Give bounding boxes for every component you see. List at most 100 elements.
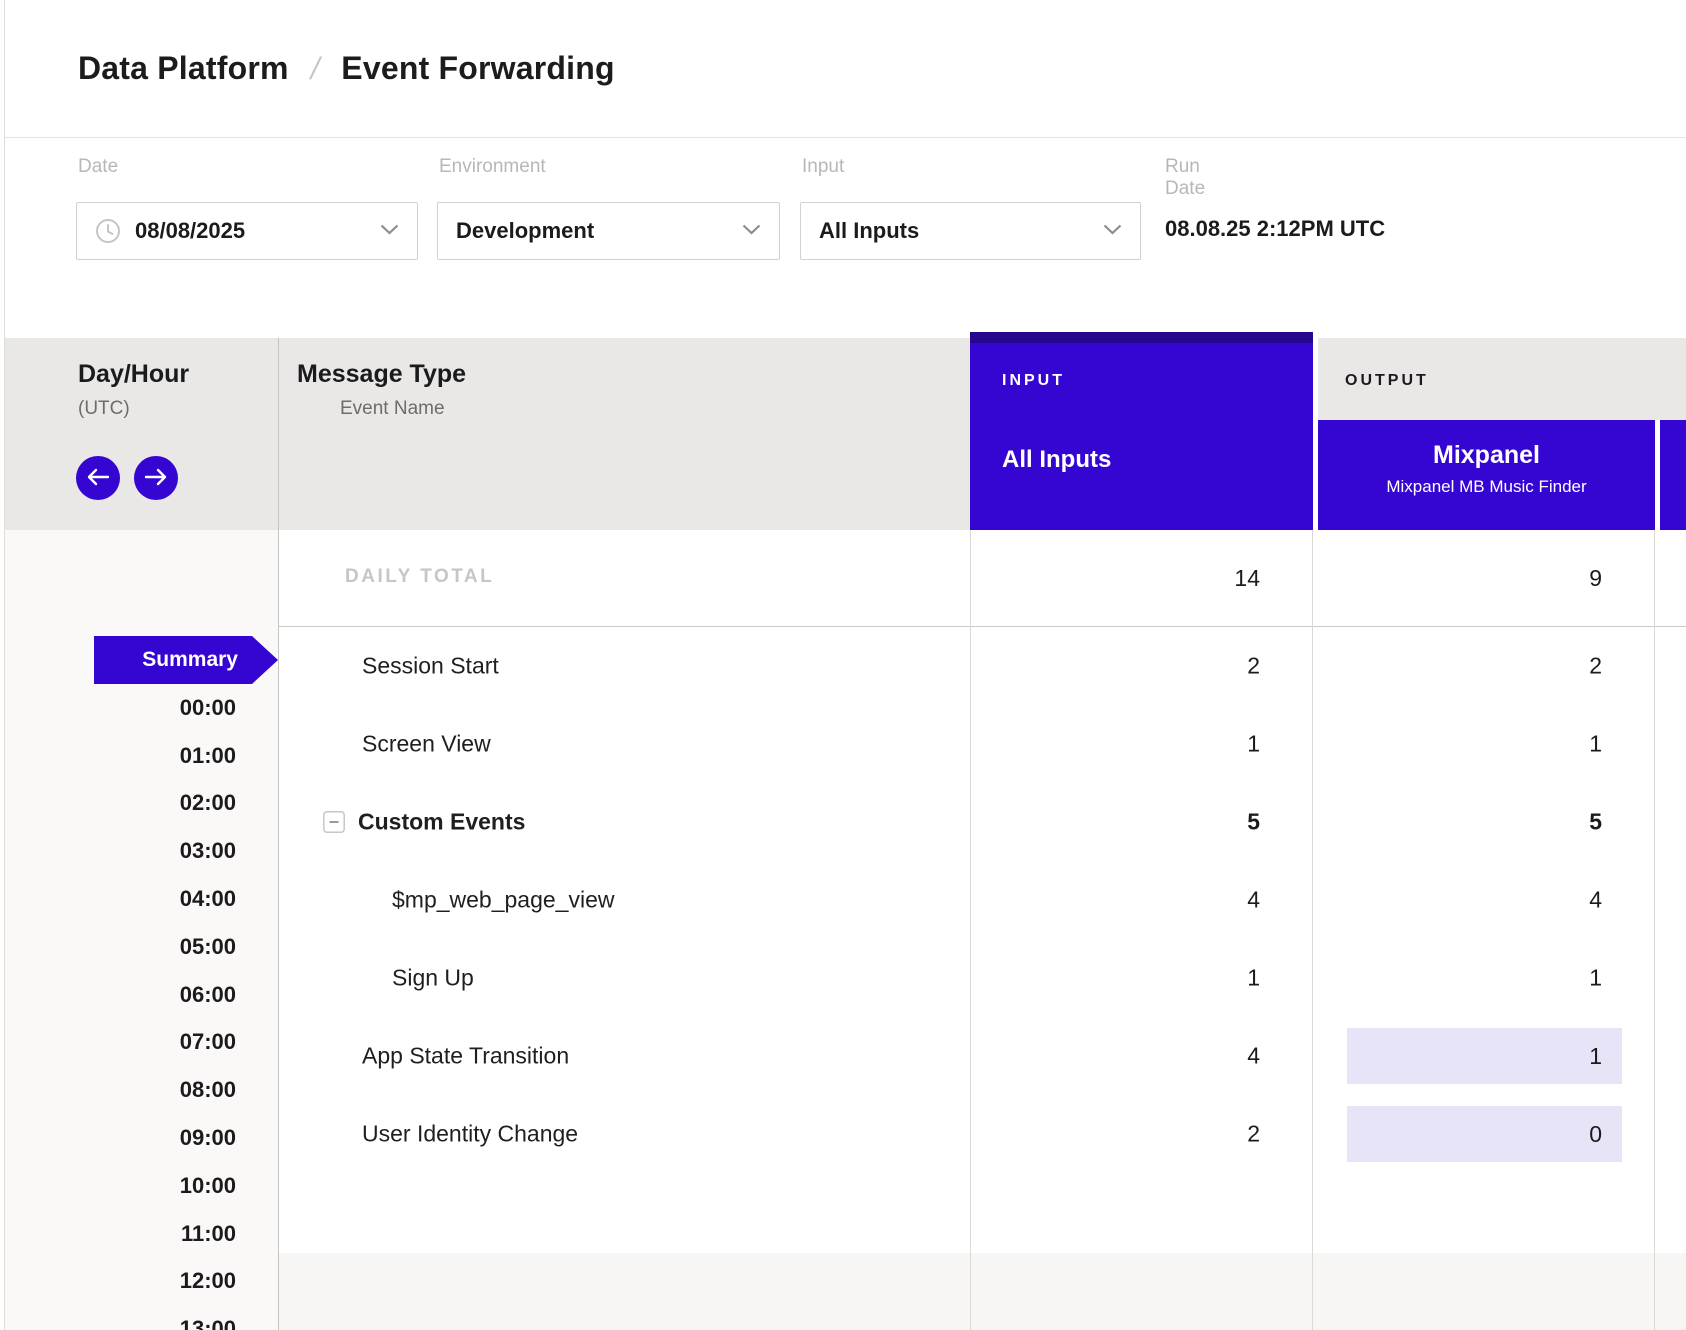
table-row-custom-events: Custom Events 5 5 (278, 783, 1686, 861)
date-dropdown[interactable]: 08/08/2025 (76, 202, 418, 260)
event-name[interactable]: Custom Events (358, 809, 525, 836)
day-hour-subtitle: (UTC) (78, 398, 189, 420)
mixpanel-title: Mixpanel (1318, 441, 1655, 470)
event-name: Session Start (362, 653, 499, 680)
table-body: Summary 00:00 01:00 02:00 03:00 04:00 05… (0, 530, 1686, 1330)
run-date-label: Run Date (1165, 156, 1205, 200)
hour-item[interactable]: 10:00 (0, 1162, 236, 1210)
chevron-down-icon (1103, 222, 1122, 240)
hour-item[interactable]: 11:00 (0, 1210, 236, 1258)
environment-dropdown[interactable]: Development (437, 202, 780, 260)
hour-item[interactable]: 09:00 (0, 1114, 236, 1162)
daily-total-output-value: 9 (1318, 565, 1602, 592)
hour-item[interactable]: 00:00 (0, 684, 236, 732)
hour-item[interactable]: 13:00 (0, 1305, 236, 1330)
arrow-right-icon (144, 468, 168, 489)
hour-list: 00:00 01:00 02:00 03:00 04:00 05:00 06:0… (0, 684, 236, 1330)
input-count: 4 (970, 1043, 1260, 1070)
chevron-down-icon (380, 222, 399, 240)
mixpanel-subtitle: Mixpanel MB Music Finder (1318, 477, 1655, 497)
panel-left-border (4, 0, 5, 1330)
breadcrumb-item-event-forwarding: Event Forwarding (341, 50, 614, 87)
hour-item[interactable]: 12:00 (0, 1258, 236, 1306)
summary-flag-arrow (252, 636, 278, 684)
breadcrumb-separator: / (307, 51, 323, 87)
column-gap (1655, 420, 1660, 530)
hour-item[interactable]: 08:00 (0, 1066, 236, 1114)
message-type-subtitle: Event Name (340, 398, 466, 420)
table-row: Session Start 2 2 (278, 627, 1686, 705)
environment-value: Development (456, 218, 594, 244)
daily-total-row: DAILY TOTAL 14 9 (278, 530, 1686, 627)
highlighted-output-cell: 1 (1347, 1028, 1622, 1084)
previous-day-button[interactable] (76, 456, 120, 500)
message-type-title: Message Type (297, 360, 466, 389)
day-pager (76, 456, 178, 500)
hour-item[interactable]: 05:00 (0, 923, 236, 971)
table-row: User Identity Change 2 0 (278, 1095, 1686, 1173)
hour-item[interactable]: 07:00 (0, 1019, 236, 1067)
run-date-value: 08.08.25 2:12PM UTC (1165, 216, 1385, 242)
day-hour-title: Day/Hour (78, 360, 189, 389)
event-name: Sign Up (392, 965, 474, 992)
event-name: $mp_web_page_view (392, 887, 615, 914)
hour-item[interactable]: 02:00 (0, 780, 236, 828)
sidebar-divider (278, 338, 279, 1330)
column-divider (1654, 530, 1655, 1330)
table-row: Screen View 1 1 (278, 705, 1686, 783)
breadcrumb-item-data-platform[interactable]: Data Platform (78, 50, 289, 87)
chevron-down-icon (742, 222, 761, 240)
column-gap (1313, 332, 1318, 530)
input-count: 4 (970, 887, 1260, 914)
event-name: Screen View (362, 731, 491, 758)
input-group-label: INPUT (1002, 372, 1313, 390)
table-footer-band (278, 1253, 1686, 1330)
input-count: 1 (970, 731, 1260, 758)
message-type-header: Message Type Event Name (297, 360, 466, 420)
daily-total-label: DAILY TOTAL (345, 566, 494, 588)
column-divider (1312, 530, 1313, 1330)
next-day-button[interactable] (134, 456, 178, 500)
filter-bar: Date 08/08/2025 Environment Development (5, 138, 1686, 338)
hour-item[interactable]: 01:00 (0, 732, 236, 780)
hour-item[interactable]: 04:00 (0, 875, 236, 923)
hour-item[interactable]: 06:00 (0, 971, 236, 1019)
column-divider (970, 530, 971, 1330)
table-row: $mp_web_page_view 4 4 (278, 861, 1686, 939)
input-value: All Inputs (819, 218, 919, 244)
output-count: 1 (1318, 965, 1602, 992)
input-count: 5 (970, 809, 1260, 836)
summary-row-selector[interactable]: Summary (94, 636, 278, 684)
event-name: User Identity Change (362, 1121, 578, 1148)
environment-filter-label: Environment (439, 156, 546, 178)
input-count: 1 (970, 965, 1260, 992)
next-output-column-header-clipped (1660, 420, 1686, 530)
highlighted-output-cell: 0 (1347, 1106, 1622, 1162)
input-column-header[interactable]: INPUT All Inputs (970, 332, 1313, 530)
table-row: Sign Up 1 1 (278, 939, 1686, 1017)
day-hour-header: Day/Hour (UTC) (78, 360, 189, 420)
event-forwarding-page: Data Platform / Event Forwarding Date 08… (0, 0, 1686, 1330)
input-dropdown[interactable]: All Inputs (800, 202, 1141, 260)
event-rows: Session Start 2 2 Screen View 1 1 Custom… (278, 627, 1686, 1173)
output-count: 4 (1318, 887, 1602, 914)
input-filter-label: Input (802, 156, 844, 178)
input-count: 2 (970, 1121, 1260, 1148)
event-name: App State Transition (362, 1043, 569, 1070)
output-count: 1 (1318, 731, 1602, 758)
output-count: 5 (1318, 809, 1602, 836)
output-count: 1 (1589, 1043, 1602, 1070)
output-count: 2 (1318, 653, 1602, 680)
breadcrumb: Data Platform / Event Forwarding (5, 0, 1686, 138)
date-value: 08/08/2025 (135, 218, 245, 244)
summary-label: Summary (94, 636, 252, 684)
minus-box-icon[interactable] (323, 811, 345, 833)
daily-total-input-value: 14 (970, 565, 1260, 592)
input-count: 2 (970, 653, 1260, 680)
date-filter-label: Date (78, 156, 118, 178)
table-row: App State Transition 4 1 (278, 1017, 1686, 1095)
output-group-label: OUTPUT (1345, 372, 1429, 390)
mixpanel-column-header[interactable]: Mixpanel Mixpanel MB Music Finder (1318, 420, 1655, 530)
hour-item[interactable]: 03:00 (0, 827, 236, 875)
output-count: 0 (1589, 1121, 1602, 1148)
